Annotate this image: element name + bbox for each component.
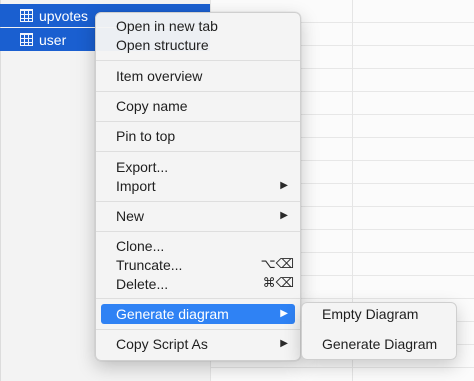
- menu-item-label: Empty Diagram: [322, 306, 419, 322]
- menu-item-label: Pin to top: [116, 128, 176, 144]
- menu-item-label: Copy Script As: [116, 336, 208, 352]
- menu-item-truncate[interactable]: Truncate... ⌥⌫: [96, 255, 300, 275]
- submenu-arrow-icon: ▶: [280, 180, 288, 191]
- context-menu: Open in new tab Open structure Item over…: [95, 12, 301, 361]
- menu-item-label: New: [116, 208, 145, 224]
- tree-item-label: user: [39, 31, 67, 48]
- menu-separator: [96, 231, 300, 232]
- shortcut-label: ⌥⌫: [260, 257, 294, 272]
- menu-separator: [96, 91, 300, 92]
- menu-item-open-structure[interactable]: Open structure: [96, 35, 300, 55]
- menu-item-label: Truncate...: [116, 257, 183, 273]
- menu-separator: [96, 151, 300, 152]
- menu-separator: [96, 121, 300, 122]
- menu-item-label: Clone...: [116, 238, 165, 254]
- menu-item-label: Import: [116, 178, 156, 194]
- menu-separator: [96, 329, 300, 330]
- tree-item-label: upvotes: [39, 7, 89, 24]
- submenu-arrow-icon: ▶: [280, 210, 288, 221]
- menu-item-label: Item overview: [116, 68, 203, 84]
- menu-separator: [96, 201, 300, 202]
- menu-item-copy-script-as[interactable]: Copy Script As ▶: [96, 334, 300, 354]
- table-icon: [20, 9, 33, 22]
- menu-item-copy-name[interactable]: Copy name: [96, 96, 300, 116]
- divider: [0, 0, 1, 381]
- menu-item-open-new-tab[interactable]: Open in new tab: [96, 16, 300, 36]
- table-icon: [20, 33, 33, 46]
- generate-diagram-submenu: Empty Diagram Generate Diagram: [301, 302, 457, 360]
- menu-item-label: Copy name: [116, 98, 188, 114]
- menu-item-clone[interactable]: Clone...: [96, 236, 300, 256]
- menu-item-item-overview[interactable]: Item overview: [96, 66, 300, 86]
- menu-item-import[interactable]: Import ▶: [96, 176, 300, 196]
- menu-item-delete[interactable]: Delete... ⌘⌫: [96, 274, 300, 294]
- menu-item-label: Open structure: [116, 37, 209, 53]
- menu-item-generate-diagram[interactable]: Generate diagram ▶: [101, 304, 295, 324]
- menu-item-label: Export...: [116, 159, 169, 175]
- submenu-arrow-icon: ▶: [280, 308, 288, 319]
- submenu-item-empty-diagram[interactable]: Empty Diagram: [302, 304, 456, 324]
- submenu-arrow-icon: ▶: [280, 338, 288, 349]
- menu-separator: [96, 298, 300, 299]
- menu-item-label: Open in new tab: [116, 18, 218, 34]
- menu-item-label: Generate Diagram: [322, 336, 438, 352]
- menu-item-label: Delete...: [116, 276, 169, 292]
- menu-item-label: Generate diagram: [116, 306, 229, 322]
- menu-item-export[interactable]: Export...: [96, 157, 300, 177]
- submenu-item-generate-diagram[interactable]: Generate Diagram: [302, 334, 456, 354]
- shortcut-label: ⌘⌫: [262, 276, 294, 291]
- menu-item-new[interactable]: New ▶: [96, 206, 300, 226]
- menu-separator: [96, 60, 300, 61]
- menu-item-pin-to-top[interactable]: Pin to top: [96, 126, 300, 146]
